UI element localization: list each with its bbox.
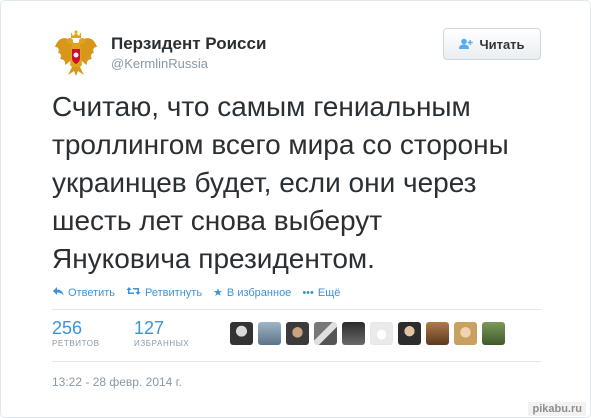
follow-button[interactable]: Читать bbox=[443, 28, 541, 60]
favorite-stat[interactable]: 127 ИЗБРАННЫХ bbox=[134, 318, 189, 348]
retweet-count-label: РЕТВИТОВ bbox=[52, 339, 100, 348]
tweet-line: шесть лет снова выберут bbox=[52, 205, 383, 236]
favoriter-avatar[interactable] bbox=[258, 322, 281, 345]
star-icon: ★ bbox=[213, 287, 223, 299]
tweet-line: украинцев будет, если они через bbox=[52, 167, 477, 198]
more-action[interactable]: ••• Ещё bbox=[302, 286, 340, 299]
avatar[interactable] bbox=[52, 29, 100, 77]
retweet-icon bbox=[126, 286, 141, 299]
retweet-action[interactable]: Ретвитнуть bbox=[126, 286, 202, 299]
reply-arrow-icon bbox=[52, 286, 64, 299]
username-handle[interactable]: @KermlinRussia bbox=[111, 56, 208, 71]
favoriter-avatar[interactable] bbox=[286, 322, 309, 345]
favoriter-avatar[interactable] bbox=[230, 322, 253, 345]
reply-label: Ответить bbox=[68, 286, 116, 299]
favoriter-avatar[interactable] bbox=[342, 322, 365, 345]
tweet-line: троллингом всего мира со стороны bbox=[52, 129, 509, 160]
tweet-actions: Ответить Ретвитнуть ★ В избранное ••• Ещ… bbox=[52, 286, 340, 299]
divider bbox=[52, 309, 541, 310]
watermark: pikabu.ru bbox=[528, 402, 586, 416]
tweet-card: Перзидент Роисси @KermlinRussia Читать С… bbox=[0, 0, 591, 418]
favoriter-avatar[interactable] bbox=[370, 322, 393, 345]
favorite-action[interactable]: ★ В избранное bbox=[213, 286, 292, 300]
display-name[interactable]: Перзидент Роисси bbox=[111, 34, 266, 54]
favoriter-avatar[interactable] bbox=[398, 322, 421, 345]
favorite-label: В избранное bbox=[226, 286, 292, 299]
divider bbox=[52, 361, 541, 362]
retweet-count: 256 bbox=[52, 318, 83, 338]
favoriter-avatars bbox=[230, 322, 505, 345]
more-label: Ещё bbox=[317, 286, 341, 299]
favorite-count: 127 bbox=[134, 318, 165, 338]
coat-of-arms-icon bbox=[55, 30, 97, 76]
follow-button-label: Читать bbox=[479, 36, 525, 52]
favorite-count-label: ИЗБРАННЫХ bbox=[134, 339, 190, 348]
reply-action[interactable]: Ответить bbox=[52, 286, 115, 299]
retweet-label: Ретвитнуть bbox=[145, 286, 203, 299]
retweet-stat[interactable]: 256 РЕТВИТОВ bbox=[52, 318, 100, 348]
add-user-icon bbox=[459, 38, 474, 50]
favoriter-avatar[interactable] bbox=[454, 322, 477, 345]
tweet-line: Януковича президентом. bbox=[52, 243, 375, 274]
tweet-text: Считаю, что самым гениальным троллингом … bbox=[52, 88, 572, 278]
tweet-line: Считаю, что самым гениальным bbox=[52, 91, 471, 122]
favoriter-avatar[interactable] bbox=[314, 322, 337, 345]
ellipsis-icon: ••• bbox=[302, 286, 314, 299]
tweet-timestamp[interactable]: 13:22 - 28 февр. 2014 г. bbox=[52, 375, 182, 389]
favoriter-avatar[interactable] bbox=[482, 322, 505, 345]
favoriter-avatar[interactable] bbox=[426, 322, 449, 345]
